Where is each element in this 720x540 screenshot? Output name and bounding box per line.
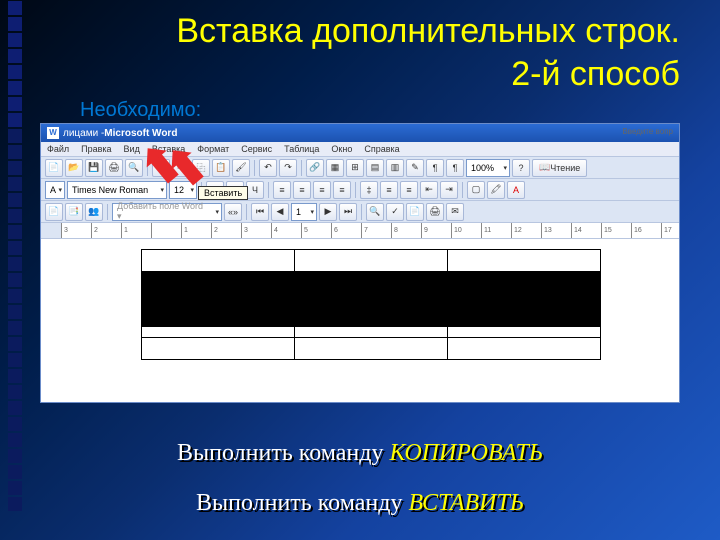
slide-title: Вставка дополнительных строк. 2-й способ (0, 0, 720, 95)
drawing-icon[interactable]: ✎ (406, 159, 424, 177)
insert-table-icon[interactable]: ⊞ (346, 159, 364, 177)
document-area[interactable] (41, 239, 679, 402)
mm-merge-print-icon[interactable]: 🖨 (426, 203, 444, 221)
mm-merge-email-icon[interactable]: ✉ (446, 203, 464, 221)
justify-icon[interactable]: ≡ (333, 181, 351, 199)
align-left-icon[interactable]: ≡ (273, 181, 291, 199)
add-word-field-select[interactable]: Добавить поле Word ▾ (112, 203, 222, 221)
line-spacing-icon[interactable]: ‡ (360, 181, 378, 199)
word-app-icon: W (47, 127, 59, 139)
caption-command: ВСТАВИТЬ (408, 490, 524, 516)
tables-borders-icon[interactable]: ▦ (326, 159, 344, 177)
mm-check-icon[interactable]: ✓ (386, 203, 404, 221)
help-icon[interactable]: ? (512, 159, 530, 177)
menu-view[interactable]: Вид (124, 144, 140, 154)
show-hide-icon[interactable]: ¶ (446, 159, 464, 177)
separator (355, 182, 356, 198)
separator (254, 160, 255, 176)
columns-icon[interactable]: ▥ (386, 159, 404, 177)
caption-command: КОПИРОВАТЬ (390, 440, 543, 466)
numbering-icon[interactable]: ≡ (380, 181, 398, 199)
mm-merge-new-icon[interactable]: 📄 (406, 203, 424, 221)
font-color-icon[interactable]: A (507, 181, 525, 199)
zoom-select[interactable]: 100% (466, 159, 510, 177)
caption-prefix: Выполнить команду (177, 440, 389, 466)
next-record-icon[interactable]: ▶ (319, 203, 337, 221)
bullets-icon[interactable]: ≡ (400, 181, 418, 199)
separator (361, 204, 362, 220)
record-number[interactable]: 1 (291, 203, 317, 221)
separator (107, 204, 108, 220)
title-line-1: Вставка дополнительных строк. (176, 12, 680, 50)
horizontal-ruler[interactable]: 321 12 345 678 91011 121314 151617 (41, 223, 679, 239)
hyperlink-icon[interactable]: 🔗 (306, 159, 324, 177)
print-icon[interactable]: 🖨 (105, 159, 123, 177)
menu-help[interactable]: Справка (364, 144, 399, 154)
table-row (142, 338, 601, 360)
menu-file[interactable]: Файл (47, 144, 69, 154)
last-record-icon[interactable]: ⏭ (339, 203, 357, 221)
separator (246, 204, 247, 220)
redo-icon[interactable]: ↷ (279, 159, 297, 177)
reading-mode-button[interactable]: 📖 Чтение (532, 159, 587, 177)
selected-rows-highlight (141, 273, 601, 327)
decrease-indent-icon[interactable]: ⇤ (420, 181, 438, 199)
borders-icon[interactable]: ▢ (467, 181, 485, 199)
title-line-2: 2-й способ (511, 55, 680, 93)
excel-icon[interactable]: ▤ (366, 159, 384, 177)
menu-edit[interactable]: Правка (81, 144, 111, 154)
mm-view-data-icon[interactable]: «» (224, 203, 242, 221)
first-record-icon[interactable]: ⏮ (251, 203, 269, 221)
style-select[interactable]: A (45, 181, 65, 199)
subtitle-text: Необходимо: (0, 99, 720, 122)
menu-bar: Файл Правка Вид Вставка Формат Сервис Та… (41, 142, 679, 157)
new-doc-icon[interactable]: 📄 (45, 159, 63, 177)
table-row (142, 250, 601, 272)
caption-prefix: Выполнить команду (196, 490, 408, 516)
menu-tools[interactable]: Сервис (241, 144, 272, 154)
menu-format[interactable]: Формат (197, 144, 229, 154)
separator (268, 182, 269, 198)
font-select[interactable]: Times New Roman (67, 181, 167, 199)
preview-icon[interactable]: 🔍 (125, 159, 143, 177)
paste-icon[interactable]: 📋 (212, 159, 230, 177)
align-right-icon[interactable]: ≡ (313, 181, 331, 199)
format-painter-icon[interactable]: 🖌 (232, 159, 250, 177)
increase-indent-icon[interactable]: ⇥ (440, 181, 458, 199)
titlebar-app-name: Microsoft Word (104, 128, 177, 139)
caption-paste: Выполнить команду ВСТАВИТЬ (0, 490, 720, 517)
mm-find-icon[interactable]: 🔍 (366, 203, 384, 221)
mm-data-source-icon[interactable]: 📑 (65, 203, 83, 221)
save-icon[interactable]: 💾 (85, 159, 103, 177)
titlebar-doc-prefix: лицами - (63, 128, 104, 139)
paste-tooltip: Вставить (198, 186, 248, 200)
align-center-icon[interactable]: ≡ (293, 181, 311, 199)
menu-window[interactable]: Окно (331, 144, 352, 154)
prev-record-icon[interactable]: ◀ (271, 203, 289, 221)
standard-toolbar: 📄 📂 💾 🖨 🔍 ✓ ✂ ⿻ 📋 🖌 ↶ ↷ 🔗 ▦ ⊞ ▤ ▥ ✎ ¶ ¶ … (41, 157, 679, 179)
formatting-toolbar: A Times New Roman 12 Ж К Ч ≡ ≡ ≡ ≡ ‡ ≡ ≡… (41, 179, 679, 201)
underline-icon[interactable]: Ч (246, 181, 264, 199)
ms-word-window: W лицами - Microsoft Word Файл Правка Ви… (40, 123, 680, 403)
mm-recipients-icon[interactable]: 👥 (85, 203, 103, 221)
mm-main-doc-icon[interactable]: 📄 (45, 203, 63, 221)
mailmerge-toolbar: 📄 📑 👥 Добавить поле Word ▾ «» ⏮ ◀ 1 ▶ ⏭ … (41, 201, 679, 223)
undo-icon[interactable]: ↶ (259, 159, 277, 177)
caption-copy: Выполнить команду КОПИРОВАТЬ (0, 440, 720, 467)
highlight-icon[interactable]: 🖍 (487, 181, 505, 199)
separator (462, 182, 463, 198)
menu-table[interactable]: Таблица (284, 144, 319, 154)
ask-question-box[interactable]: Введите вопр (622, 127, 673, 136)
open-icon[interactable]: 📂 (65, 159, 83, 177)
word-titlebar: W лицами - Microsoft Word (41, 124, 679, 142)
doc-map-icon[interactable]: ¶ (426, 159, 444, 177)
separator (301, 160, 302, 176)
